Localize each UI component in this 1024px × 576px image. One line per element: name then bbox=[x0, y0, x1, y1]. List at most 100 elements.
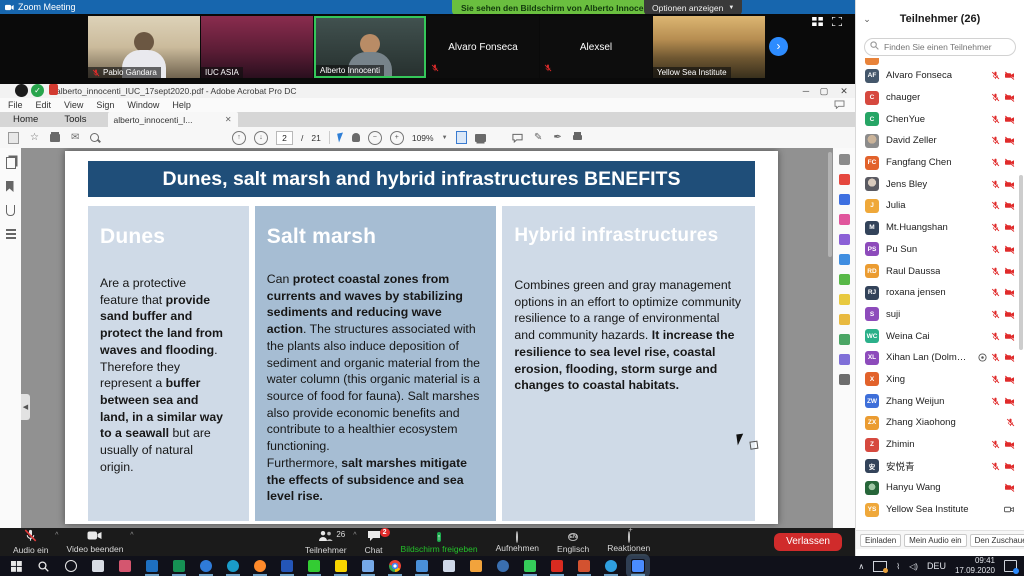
participant-row[interactable]: MMt.Huangshan bbox=[856, 217, 1024, 239]
menu-view[interactable]: View bbox=[64, 100, 83, 110]
participant-row[interactable]: 安安悦青 bbox=[856, 455, 1024, 477]
participant-row[interactable]: PSPu Sun bbox=[856, 239, 1024, 261]
taskbar-whatsapp-icon[interactable] bbox=[523, 559, 537, 573]
toolbar-englisch[interactable]: ENEnglisch bbox=[548, 528, 598, 556]
participant-row[interactable]: David Zeller bbox=[856, 130, 1024, 152]
taskbar-cortana-icon[interactable] bbox=[64, 559, 78, 573]
organize-pages-icon[interactable] bbox=[839, 214, 850, 225]
search-tool-icon[interactable] bbox=[839, 154, 850, 165]
taskbar-file-explorer-icon[interactable] bbox=[361, 559, 375, 573]
participant-row[interactable]: XLXihan Lan (Dolmetscher) bbox=[856, 347, 1024, 369]
participant-row[interactable]: Hanyu Wang bbox=[856, 477, 1024, 499]
save-icon[interactable] bbox=[8, 132, 19, 144]
zoom-in-icon[interactable]: + bbox=[390, 131, 404, 145]
participant-row[interactable]: Ssuji bbox=[856, 304, 1024, 326]
document-scrollbar[interactable] bbox=[828, 152, 832, 257]
taskbar-powerpoint-icon[interactable] bbox=[577, 559, 591, 573]
taskbar-start-icon[interactable] bbox=[10, 559, 24, 573]
taskbar-kakaotalk-icon[interactable] bbox=[334, 559, 348, 573]
taskbar-chrome-icon[interactable] bbox=[388, 559, 402, 573]
participant-row[interactable]: ZWZhang Weijun bbox=[856, 390, 1024, 412]
toolbar-bildschirm-freigeben[interactable]: ↑Bildschirm freigeben bbox=[392, 528, 487, 556]
tab-document[interactable]: alberto_innocenti_I... ✕ bbox=[108, 112, 238, 127]
participant-row[interactable]: FCFangfang Chen bbox=[856, 152, 1024, 174]
attachments-icon[interactable] bbox=[6, 205, 16, 216]
taskbar-wechat-icon[interactable] bbox=[307, 559, 321, 573]
comment-bubble-icon[interactable] bbox=[834, 100, 845, 109]
page-thumbnails-icon[interactable] bbox=[6, 157, 16, 168]
taskbar-search-icon[interactable] bbox=[37, 559, 51, 573]
menu-sign[interactable]: Sign bbox=[96, 100, 114, 110]
hand-tool-icon[interactable] bbox=[352, 133, 360, 142]
create-pdf-icon[interactable] bbox=[839, 174, 850, 185]
layers-icon[interactable] bbox=[6, 229, 16, 240]
zoom-out-icon[interactable]: − bbox=[368, 131, 382, 145]
taskbar-outlook-icon[interactable] bbox=[145, 559, 159, 573]
toolbar-aufnehmen[interactable]: Aufnehmen bbox=[487, 528, 548, 556]
participant-row[interactable]: ZXZhang Xiaohong bbox=[856, 412, 1024, 434]
tray-display-icon[interactable] bbox=[873, 561, 887, 572]
tab-close-icon[interactable]: ✕ bbox=[225, 115, 232, 124]
star-icon[interactable]: ☆ bbox=[30, 132, 39, 143]
panel-collapse-icon[interactable]: ⌄ bbox=[856, 14, 878, 25]
tab-tools[interactable]: Tools bbox=[51, 112, 99, 127]
menu-window[interactable]: Window bbox=[127, 100, 159, 110]
notification-center-icon[interactable] bbox=[1004, 560, 1017, 572]
find-icon[interactable] bbox=[90, 133, 99, 142]
participant-row[interactable]: CChenYue bbox=[856, 108, 1024, 130]
allow-attendees-button[interactable]: Den Zuschauern gestatten, di bbox=[970, 534, 1024, 547]
participant-row[interactable]: RDRaul Daussa bbox=[856, 260, 1024, 282]
next-videos-button[interactable]: › bbox=[769, 37, 788, 56]
select-tool-icon[interactable] bbox=[337, 132, 345, 142]
taskbar-edge-icon[interactable] bbox=[226, 559, 240, 573]
menu-help[interactable]: Help bbox=[172, 100, 191, 110]
menu-file[interactable]: File bbox=[8, 100, 23, 110]
stamp-icon[interactable] bbox=[839, 334, 850, 345]
taskbar-skype-icon[interactable] bbox=[604, 559, 618, 573]
tray-language[interactable]: DEU bbox=[927, 561, 946, 571]
tray-volume-icon[interactable]: ◁) bbox=[909, 562, 918, 571]
video-tile[interactable]: Pablo Gándara bbox=[88, 16, 200, 78]
close-button[interactable]: ✕ bbox=[835, 84, 853, 98]
participant-row[interactable]: RJroxana jensen bbox=[856, 282, 1024, 304]
sidebar-collapse-handle[interactable]: ◀ bbox=[21, 394, 30, 420]
chevron-up-icon[interactable]: ^ bbox=[130, 532, 133, 539]
taskbar-onedrive-icon[interactable] bbox=[442, 559, 456, 573]
video-tile[interactable]: Alexsel bbox=[540, 16, 652, 78]
tray-network-icon[interactable]: ⌇ bbox=[896, 562, 900, 571]
menu-edit[interactable]: Edit bbox=[36, 100, 52, 110]
next-page-icon[interactable]: ↓ bbox=[254, 131, 268, 145]
taskbar-firefox-icon[interactable] bbox=[253, 559, 267, 573]
tab-home[interactable]: Home bbox=[0, 112, 51, 127]
minimize-button[interactable]: ─ bbox=[797, 84, 815, 98]
video-tile[interactable]: IUC ASIA bbox=[201, 16, 313, 78]
leave-meeting-button[interactable]: Verlassen bbox=[774, 533, 842, 551]
video-tile[interactable]: Alvaro Fonseca bbox=[427, 16, 539, 78]
taskbar-excel-icon[interactable] bbox=[172, 559, 186, 573]
taskbar-paint3d-icon[interactable] bbox=[118, 559, 132, 573]
presentation-icon[interactable] bbox=[475, 134, 486, 142]
my-audio-button[interactable]: Mein Audio ein bbox=[904, 534, 966, 547]
toolbar-teilnehmer[interactable]: Teilnehmer26^ bbox=[296, 528, 356, 556]
stamp-tool-icon[interactable] bbox=[573, 135, 582, 140]
edit-pdf-icon[interactable] bbox=[839, 254, 850, 265]
toolbar-video-beenden[interactable]: Video beenden^ bbox=[57, 528, 132, 556]
taskbar-sync-app-icon[interactable] bbox=[199, 559, 213, 573]
toolbar-reaktionen[interactable]: Reaktionen bbox=[598, 528, 659, 556]
participant-row[interactable]: Jens Bley bbox=[856, 173, 1024, 195]
participant-row[interactable]: AFAlvaro Fonseca bbox=[856, 65, 1024, 87]
taskbar-sticky-notes-icon[interactable] bbox=[469, 559, 483, 573]
more-tools-icon[interactable] bbox=[839, 374, 850, 385]
fullscreen-icon[interactable] bbox=[832, 17, 842, 26]
taskbar-browser-globe-icon[interactable] bbox=[496, 559, 510, 573]
comment-tool-icon[interactable] bbox=[512, 133, 523, 143]
video-tile[interactable]: Yellow Sea Institute bbox=[653, 16, 765, 78]
participant-row[interactable]: JJulia bbox=[856, 195, 1024, 217]
page-number-input[interactable]: 2 bbox=[276, 131, 293, 145]
zoom-level-select[interactable]: 109% bbox=[412, 133, 434, 143]
taskbar-zoom-icon[interactable] bbox=[631, 559, 645, 573]
participant-search-input[interactable] bbox=[864, 38, 1016, 56]
participants-scrollbar[interactable] bbox=[1019, 175, 1023, 350]
mail-icon[interactable]: ✉ bbox=[71, 132, 79, 143]
tray-chevron-icon[interactable]: ∧ bbox=[858, 562, 864, 571]
